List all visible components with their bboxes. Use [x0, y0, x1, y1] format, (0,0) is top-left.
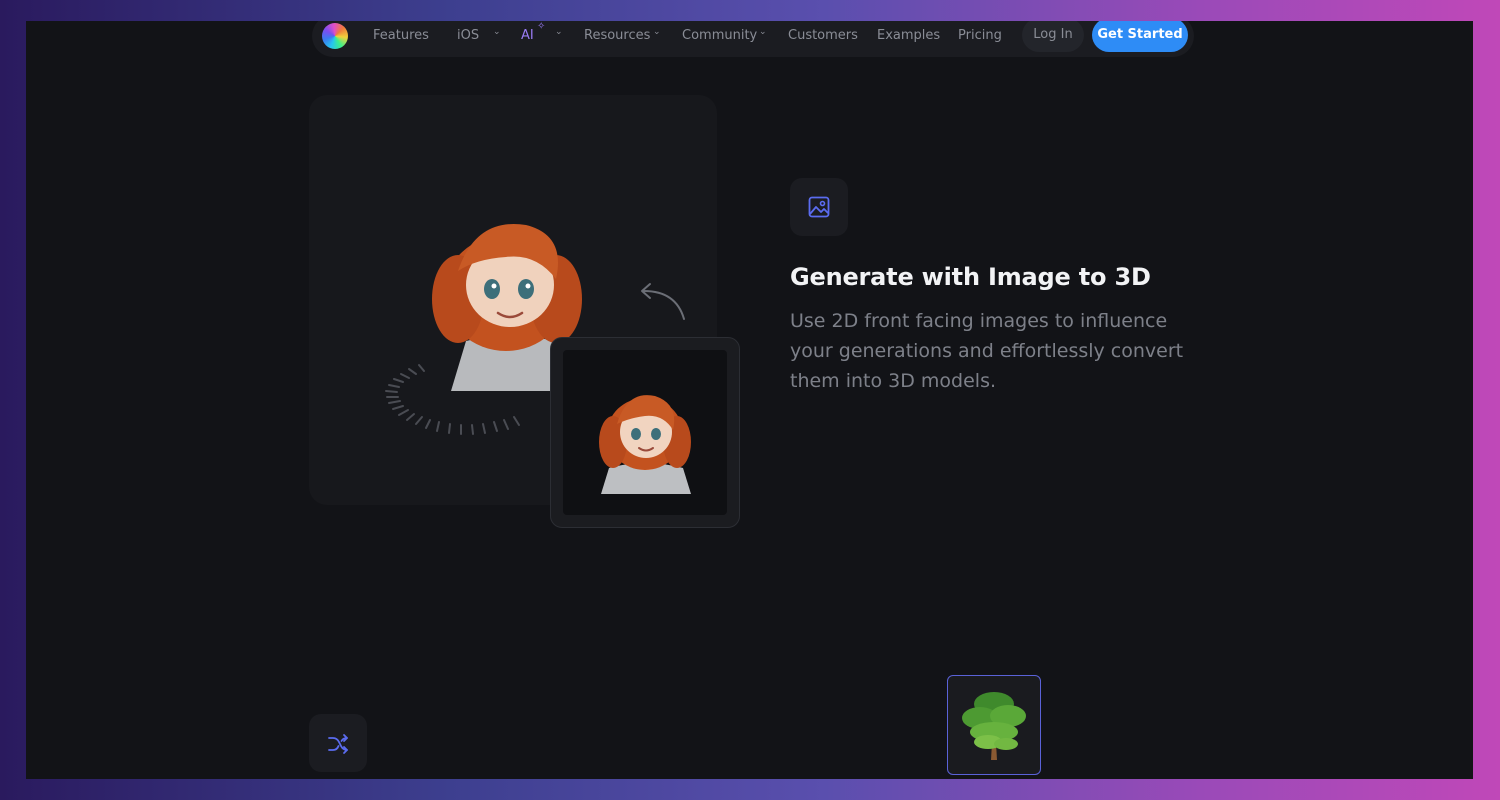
tree-icon	[962, 692, 1026, 760]
chevron-down-icon[interactable]: ⌄	[653, 27, 661, 37]
curved-arrow-icon	[641, 283, 685, 320]
2d-avatar-image	[599, 395, 691, 494]
image-icon	[808, 196, 830, 218]
feature-description: Use 2D front facing images to influence …	[790, 310, 1184, 392]
chevron-down-icon[interactable]: ⌄	[759, 27, 767, 37]
nav-item-customers[interactable]: Customers	[788, 27, 858, 45]
source-image	[563, 350, 727, 515]
tree-model-thumbnail[interactable]	[947, 675, 1041, 775]
shuffle-icon-tile	[309, 714, 367, 772]
feature-title: Generate with Image to 3D	[790, 263, 1151, 291]
nav-item-ai[interactable]: AI	[521, 27, 534, 45]
nav-item-community[interactable]: Community	[682, 27, 757, 45]
nav-item-features[interactable]: Features	[373, 27, 429, 45]
nav-item-resources[interactable]: Resources	[584, 27, 650, 45]
login-button[interactable]: Log In	[1022, 21, 1084, 52]
nav-item-ios[interactable]: iOS	[457, 27, 479, 45]
shuffle-icon	[328, 734, 348, 754]
get-started-button[interactable]: Get Started	[1092, 21, 1188, 52]
chevron-down-icon[interactable]: ⌄	[493, 27, 501, 37]
brand-logo[interactable]	[322, 23, 348, 49]
page-viewport: Features iOS ⌄ AI ✧ ⌄ Resources ⌄ Commun…	[26, 21, 1473, 779]
nav-item-pricing[interactable]: Pricing	[958, 27, 1002, 45]
sparkle-icon: ✧	[537, 21, 546, 32]
source-image-frame	[550, 337, 740, 528]
feature-icon-tile	[790, 178, 848, 236]
chevron-down-icon[interactable]: ⌄	[555, 27, 563, 37]
nav-item-examples[interactable]: Examples	[877, 27, 940, 45]
